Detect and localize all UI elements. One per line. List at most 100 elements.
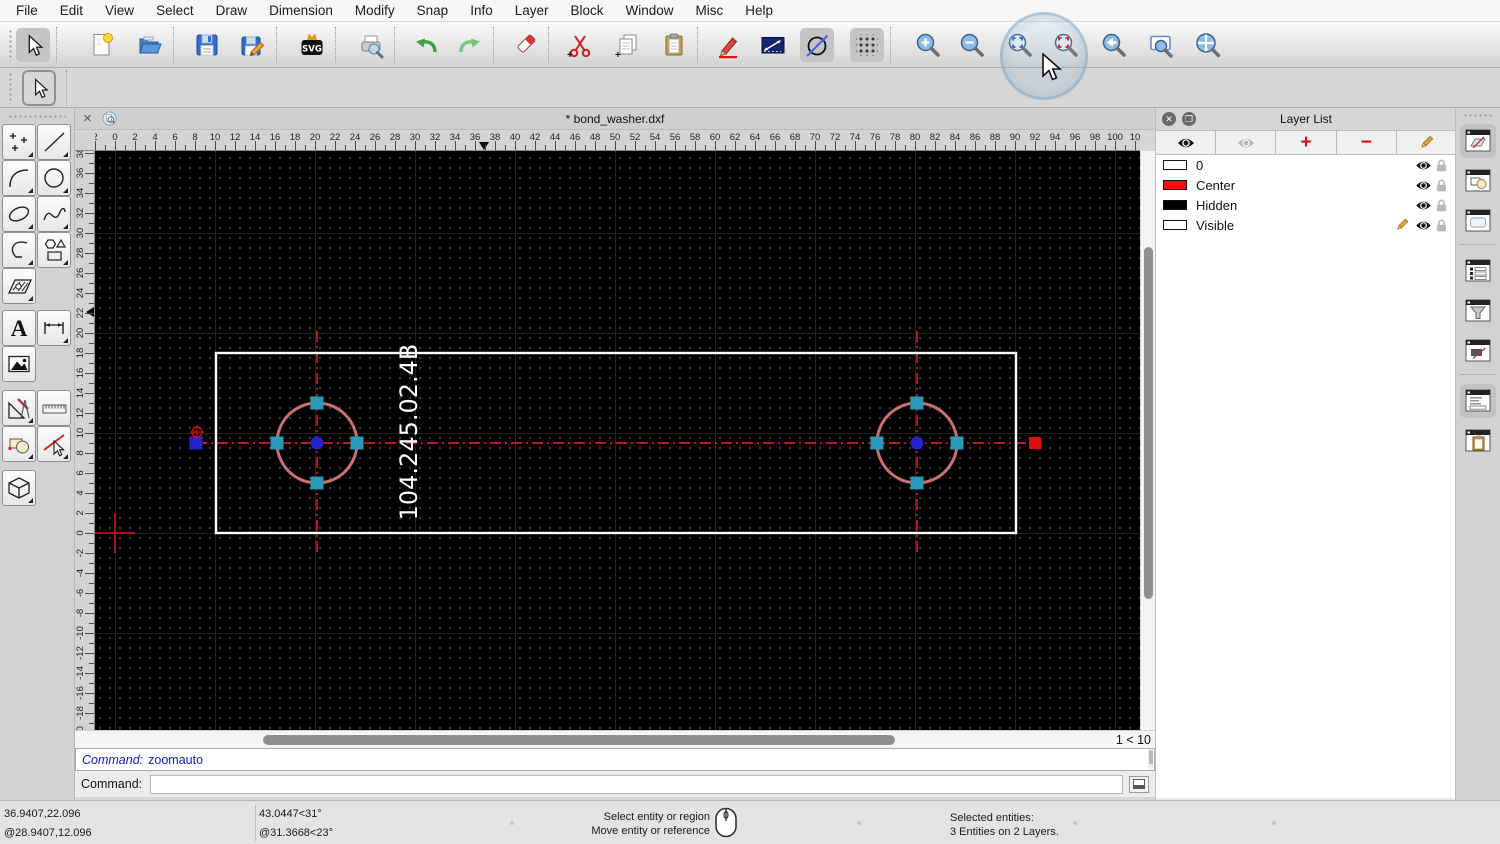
handle-centerline-start[interactable] bbox=[189, 436, 203, 450]
menu-edit[interactable]: Edit bbox=[60, 3, 83, 18]
hide-all-layers-button[interactable] bbox=[1216, 131, 1277, 154]
entity-dimension-text[interactable]: 104.245.02.4B bbox=[395, 344, 423, 521]
dock-layer-list-button[interactable] bbox=[1460, 124, 1496, 158]
paste-button[interactable] bbox=[657, 28, 691, 62]
drawing-canvas[interactable]: 104.245.02.4B bbox=[95, 151, 1140, 730]
draft-mode-button[interactable] bbox=[800, 27, 834, 62]
draw-pen-button[interactable] bbox=[712, 28, 746, 62]
new-document-button[interactable] bbox=[85, 28, 119, 62]
zoom-out-button[interactable] bbox=[955, 28, 989, 62]
layer-visibility-icon[interactable] bbox=[1415, 220, 1432, 231]
layer-row-0[interactable]: 0 bbox=[1156, 155, 1456, 175]
menu-modify[interactable]: Modify bbox=[355, 3, 395, 18]
zoom-previous-button[interactable] bbox=[1097, 28, 1131, 62]
horizontal-scroll-thumb[interactable] bbox=[263, 734, 895, 745]
cut-button[interactable]: + bbox=[563, 28, 597, 62]
layer-row-center[interactable]: Center bbox=[1156, 175, 1456, 195]
menu-block[interactable]: Block bbox=[571, 3, 604, 18]
options-drag-handle[interactable] bbox=[8, 71, 14, 104]
dock-pen-palette-button[interactable] bbox=[1460, 334, 1496, 368]
dock-entity-list-button[interactable] bbox=[1460, 254, 1496, 288]
select-tool-button[interactable] bbox=[37, 426, 71, 462]
toolbar-drag-handle[interactable] bbox=[8, 28, 14, 61]
history-scrollbar[interactable] bbox=[1148, 750, 1153, 769]
line-tool-button[interactable] bbox=[37, 124, 71, 160]
add-layer-button[interactable]: + bbox=[1276, 131, 1337, 154]
menu-help[interactable]: Help bbox=[745, 3, 773, 18]
v-ruler-label: -16 bbox=[75, 686, 86, 700]
menu-draw[interactable]: Draw bbox=[216, 3, 248, 18]
solid-tool-button[interactable] bbox=[2, 470, 36, 506]
vertical-scrollbar[interactable] bbox=[1140, 151, 1155, 730]
zoom-pan-button[interactable] bbox=[1191, 28, 1225, 62]
undo-button[interactable] bbox=[409, 28, 443, 62]
save-as-button[interactable] bbox=[236, 28, 270, 62]
hatch-tool-button[interactable] bbox=[2, 268, 36, 304]
layer-lock-icon[interactable] bbox=[1436, 159, 1447, 172]
dock-library-browser-button[interactable] bbox=[1460, 204, 1496, 238]
text-tool-button[interactable]: A bbox=[2, 310, 36, 346]
selection-pointer-button[interactable] bbox=[22, 69, 56, 106]
zoom-in-button[interactable] bbox=[911, 28, 945, 62]
menu-window[interactable]: Window bbox=[626, 3, 674, 18]
layer-lock-icon[interactable] bbox=[1436, 179, 1447, 192]
handle-centerline-end[interactable] bbox=[1029, 437, 1041, 449]
show-all-layers-button[interactable] bbox=[1156, 131, 1217, 154]
measure-tool-button[interactable] bbox=[37, 390, 71, 426]
zoom-window-button[interactable] bbox=[1145, 28, 1179, 62]
dimension-button[interactable] bbox=[756, 28, 790, 62]
menu-snap[interactable]: Snap bbox=[417, 3, 449, 18]
points-tool-button[interactable] bbox=[2, 124, 36, 160]
menu-info[interactable]: Info bbox=[470, 3, 493, 18]
palette-drag-handle[interactable] bbox=[8, 114, 66, 120]
menu-file[interactable]: File bbox=[16, 3, 38, 18]
save-button[interactable] bbox=[190, 28, 224, 62]
print-preview-button[interactable] bbox=[354, 28, 388, 62]
layer-visibility-icon[interactable] bbox=[1415, 200, 1432, 211]
dimension-tool-button[interactable] bbox=[37, 310, 71, 346]
delete-button[interactable] bbox=[508, 28, 542, 62]
document-title: * bond_washer.dxf bbox=[565, 111, 665, 126]
dock-clipboard-button[interactable] bbox=[1460, 424, 1496, 458]
image-tool-button[interactable] bbox=[2, 346, 36, 382]
polyline-tool-button[interactable] bbox=[2, 232, 36, 268]
horizontal-scrollbar[interactable] bbox=[95, 731, 1108, 748]
spline-tool-button[interactable] bbox=[37, 196, 71, 232]
remove-layer-button[interactable]: − bbox=[1337, 131, 1397, 154]
menu-dimension[interactable]: Dimension bbox=[269, 3, 333, 18]
redo-button[interactable] bbox=[453, 28, 487, 62]
dock-drag-handle[interactable] bbox=[1463, 113, 1493, 118]
layer-lock-icon[interactable] bbox=[1436, 199, 1447, 212]
select-arrow-button[interactable] bbox=[16, 27, 50, 62]
layer-lock-icon[interactable] bbox=[1436, 219, 1447, 232]
dock-block-list-button[interactable] bbox=[1460, 164, 1496, 198]
menu-view[interactable]: View bbox=[105, 3, 134, 18]
menu-misc[interactable]: Misc bbox=[696, 3, 724, 18]
ruler-icon bbox=[42, 404, 67, 414]
svg-export-button[interactable]: SVG bbox=[295, 28, 329, 62]
menu-layer[interactable]: Layer bbox=[515, 3, 549, 18]
creation-tools-button[interactable] bbox=[2, 390, 36, 426]
vertical-scroll-thumb[interactable] bbox=[1143, 247, 1153, 599]
layer-row-visible[interactable]: Visible bbox=[1156, 215, 1456, 235]
copy-button[interactable]: + bbox=[611, 28, 645, 62]
dock-selection-filter-button[interactable] bbox=[1460, 294, 1496, 328]
circle-tool-button[interactable] bbox=[37, 160, 71, 196]
ellipse-tool-button[interactable] bbox=[2, 196, 36, 232]
mouse-cursor-icon bbox=[1041, 53, 1063, 83]
menu-select[interactable]: Select bbox=[156, 3, 194, 18]
document-tab-bar: × * bond_washer.dxf bbox=[75, 108, 1155, 130]
layer-visibility-icon[interactable] bbox=[1415, 180, 1432, 191]
dock-command-line-button[interactable] bbox=[1460, 384, 1496, 418]
blocks-tool-button[interactable] bbox=[2, 426, 36, 462]
layer-visibility-icon[interactable] bbox=[1415, 160, 1432, 171]
open-file-button[interactable] bbox=[133, 28, 167, 62]
polygon-tool-button[interactable] bbox=[37, 232, 71, 268]
grid-toggle-button[interactable] bbox=[850, 27, 884, 62]
arc-tool-button[interactable] bbox=[2, 160, 36, 196]
command-options-button[interactable] bbox=[1129, 775, 1149, 793]
command-input[interactable] bbox=[150, 774, 1123, 794]
cursor-x-marker bbox=[479, 142, 489, 150]
layer-row-hidden[interactable]: Hidden bbox=[1156, 195, 1456, 215]
edit-layer-button[interactable] bbox=[1397, 131, 1456, 154]
